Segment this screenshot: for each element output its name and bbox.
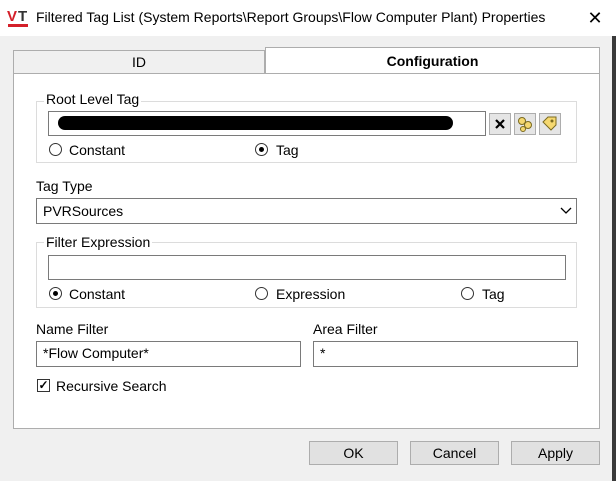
window-title: Filtered Tag List (System Reports\Report… — [36, 9, 546, 25]
svg-text:V: V — [7, 8, 17, 25]
name-filter-label: Name Filter — [36, 321, 109, 337]
recursive-search-label: Recursive Search — [56, 378, 167, 394]
clear-x-icon[interactable] — [489, 113, 511, 135]
tag-type-select[interactable]: PVRSources — [36, 198, 577, 224]
cancel-button[interactable]: Cancel — [410, 441, 499, 465]
ok-button[interactable]: OK — [309, 441, 398, 465]
filter-expression-input[interactable] — [48, 255, 566, 280]
area-filter-label: Area Filter — [313, 321, 378, 337]
recursive-search-checkbox[interactable]: ✓ — [37, 379, 50, 392]
filter-expression-radio-label: Expression — [276, 286, 346, 302]
apply-button[interactable]: Apply — [511, 441, 600, 465]
filter-expression-label: Filter Expression — [44, 234, 153, 250]
tab-configuration[interactable]: Configuration — [265, 47, 600, 74]
window-edge — [612, 36, 616, 481]
tag-type-label: Tag Type — [36, 178, 93, 194]
tag-browser-icon[interactable] — [514, 113, 536, 135]
redacted-value — [58, 116, 453, 130]
tab-id[interactable]: ID — [13, 50, 265, 74]
root-constant-radio[interactable] — [49, 143, 62, 156]
tag-properties-icon[interactable] — [539, 113, 561, 135]
vtscada-logo-icon: V T — [7, 8, 28, 27]
filter-constant-radio[interactable] — [49, 287, 62, 300]
filter-tag-radio[interactable] — [461, 287, 474, 300]
svg-text:T: T — [18, 8, 27, 25]
name-filter-input[interactable]: *Flow Computer* — [36, 341, 301, 367]
root-tag-radio[interactable] — [255, 143, 268, 156]
root-constant-label: Constant — [69, 142, 126, 158]
title-bar: V T Filtered Tag List (System Reports\Re… — [0, 0, 616, 36]
tag-type-value: PVRSources — [43, 203, 124, 219]
filter-constant-label: Constant — [69, 286, 126, 302]
close-icon[interactable]: ✕ — [582, 6, 608, 30]
root-level-tag-label: Root Level Tag — [44, 91, 142, 107]
chevron-down-icon — [560, 199, 572, 231]
filter-expression-radio[interactable] — [255, 287, 268, 300]
root-tag-label: Tag — [276, 142, 299, 158]
filter-tag-label: Tag — [482, 286, 505, 302]
area-filter-input[interactable]: * — [313, 341, 578, 367]
